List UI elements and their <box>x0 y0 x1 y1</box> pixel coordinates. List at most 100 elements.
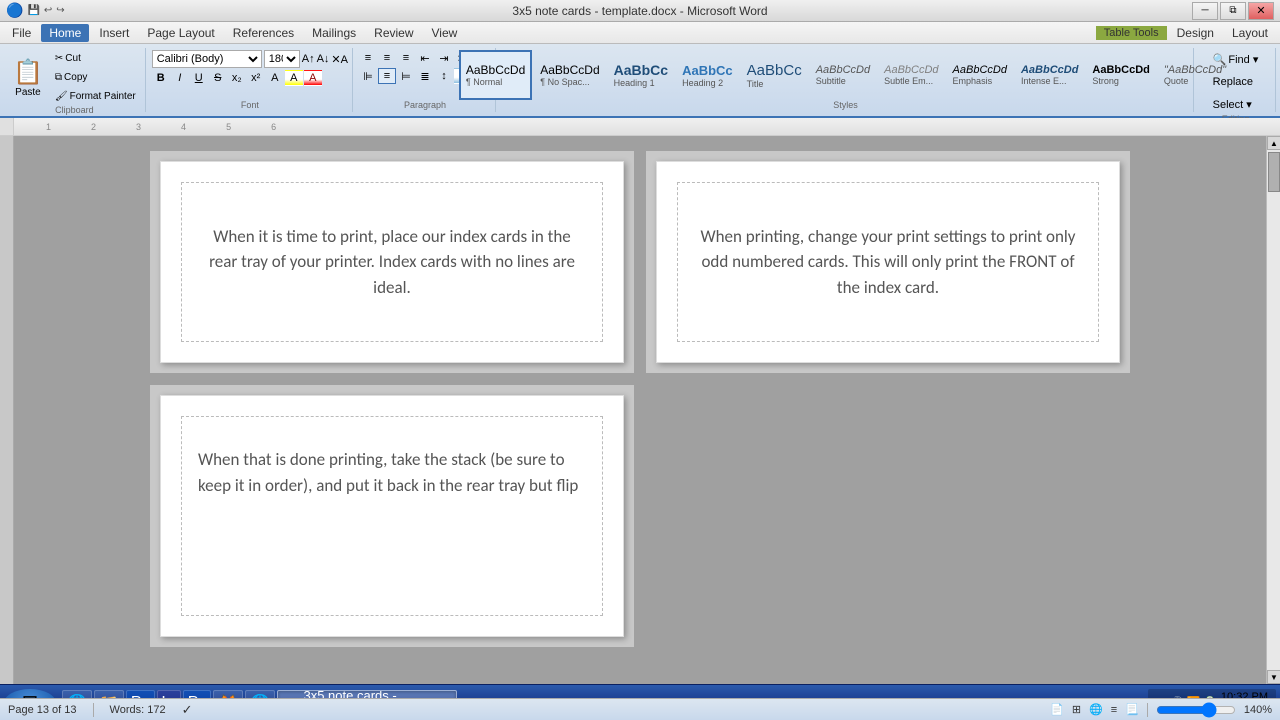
style-subtitle[interactable]: AaBbCcDdSubtitle <box>810 50 876 100</box>
restore-button[interactable]: ⧉ <box>1220 2 1246 20</box>
grow-font-button[interactable]: A↑ <box>302 53 315 65</box>
ruler-corner <box>0 118 14 135</box>
title-bar-controls: ─ ⧉ ✕ <box>1192 2 1274 20</box>
line-spacing-button[interactable]: ↕ <box>435 68 453 84</box>
cards-grid: When it is time to print, place our inde… <box>150 151 1130 647</box>
text-highlight-button[interactable]: A <box>285 70 303 86</box>
view-draft-icon[interactable]: 📃 <box>1125 703 1139 716</box>
close-button[interactable]: ✕ <box>1248 2 1274 20</box>
styles-gallery: AaBbCcDd¶ Normal AaBbCcDd¶ No Spac... Aa… <box>459 50 1232 100</box>
style-normal[interactable]: AaBbCcDd¶ Normal <box>459 50 532 100</box>
numbering-button[interactable]: ≡ <box>378 50 396 66</box>
text-effects-button[interactable]: A <box>266 70 284 86</box>
find-icon: 🔍 <box>1213 53 1227 66</box>
subscript-button[interactable]: x₂ <box>228 70 246 86</box>
paste-label: Paste <box>15 87 41 98</box>
multilevel-button[interactable]: ≡ <box>397 50 415 66</box>
clear-formatting-button[interactable]: ✕A <box>331 53 348 66</box>
strikethrough-button[interactable]: S <box>209 70 227 86</box>
paste-icon: 📋 <box>13 58 43 87</box>
format-buttons-row: B I U S x₂ x² A A A <box>152 70 348 86</box>
card-text-1: When it is time to print, place our inde… <box>198 224 586 301</box>
style-heading1[interactable]: AaBbCcHeading 1 <box>608 50 674 100</box>
menu-mailings[interactable]: Mailings <box>304 24 364 42</box>
quick-access-undo[interactable]: ↩ <box>44 5 52 16</box>
menu-page-layout[interactable]: Page Layout <box>139 24 222 42</box>
clipboard-mini-buttons: ✂ Cut ⧉ Copy 🖌 Format Painter <box>50 50 141 105</box>
menu-review[interactable]: Review <box>366 24 421 42</box>
card-text-3: When that is done printing, take the sta… <box>198 447 586 498</box>
decrease-indent-button[interactable]: ⇤ <box>416 50 434 66</box>
justify-button[interactable]: ≣ <box>416 68 434 84</box>
scrollbar-thumb[interactable] <box>1268 152 1280 192</box>
bullets-button[interactable]: ≡ <box>359 50 377 66</box>
bold-button[interactable]: B <box>152 70 170 86</box>
font-color-button[interactable]: A <box>304 70 322 86</box>
main-layout: 🔵 💾 ↩ ↪ 3x5 note cards - template.docx -… <box>0 0 1280 720</box>
align-center-button[interactable]: ≡ <box>378 68 396 84</box>
menu-design[interactable]: Design <box>1169 24 1222 42</box>
italic-button[interactable]: I <box>171 70 189 86</box>
view-outline-icon[interactable]: ≡ <box>1111 704 1117 716</box>
menu-view[interactable]: View <box>424 24 466 42</box>
scroll-up-button[interactable]: ▲ <box>1267 136 1280 150</box>
menu-references[interactable]: References <box>225 24 302 42</box>
align-left-button[interactable]: ⊫ <box>359 68 377 84</box>
replace-button[interactable]: Replace <box>1208 73 1264 91</box>
find-button[interactable]: 🔍 Find ▾ <box>1208 50 1264 69</box>
quick-access-save[interactable]: 💾 <box>27 5 39 16</box>
menu-bar: File Home Insert Page Layout References … <box>0 22 1280 44</box>
index-card-3[interactable]: When that is done printing, take the sta… <box>160 395 624 637</box>
zoom-slider[interactable] <box>1156 704 1236 716</box>
cut-button[interactable]: ✂ Cut <box>50 50 141 67</box>
ribbon: 📋 Paste ✂ Cut ⧉ Copy 🖌 Format Painter Cl… <box>0 44 1280 118</box>
card-inner-3: When that is done printing, take the sta… <box>181 416 603 616</box>
word-count: Words: 172 <box>110 704 166 716</box>
style-emphasis[interactable]: AaBbCcDdEmphasis <box>947 50 1013 100</box>
document-canvas[interactable]: When it is time to print, place our inde… <box>14 136 1266 684</box>
status-divider-1 <box>93 703 94 717</box>
view-fullscreen-icon[interactable]: ⊞ <box>1072 703 1081 716</box>
font-label: Font <box>241 100 259 110</box>
menu-file[interactable]: File <box>4 24 39 42</box>
view-print-icon[interactable]: 📄 <box>1050 703 1064 716</box>
style-strong[interactable]: AaBbCcDdStrong <box>1086 50 1155 100</box>
font-size-select[interactable]: 180 <box>264 50 300 68</box>
status-right: 📄 ⊞ 🌐 ≡ 📃 140% <box>1050 703 1272 717</box>
superscript-button[interactable]: x² <box>247 70 265 86</box>
clipboard-label: Clipboard <box>55 105 94 115</box>
minimize-button[interactable]: ─ <box>1192 2 1218 20</box>
format-painter-button[interactable]: 🖌 Format Painter <box>50 88 141 105</box>
underline-button[interactable]: U <box>190 70 208 86</box>
style-no-spacing[interactable]: AaBbCcDd¶ No Spac... <box>534 50 605 100</box>
index-card-2[interactable]: When printing, change your print setting… <box>656 161 1120 363</box>
shrink-font-button[interactable]: A↓ <box>317 53 330 65</box>
page-cell-2: When printing, change your print setting… <box>646 151 1130 373</box>
page-cell-1: When it is time to print, place our inde… <box>150 151 634 373</box>
zoom-level: 140% <box>1244 704 1272 716</box>
font-name-select[interactable]: Calibri (Body) <box>152 50 262 68</box>
menu-home[interactable]: Home <box>41 24 89 42</box>
menu-layout[interactable]: Layout <box>1224 24 1276 42</box>
title-bar: 🔵 💾 ↩ ↪ 3x5 note cards - template.docx -… <box>0 0 1280 22</box>
quick-access-redo[interactable]: ↪ <box>56 5 64 16</box>
scroll-down-button[interactable]: ▼ <box>1267 670 1280 684</box>
paste-button[interactable]: 📋 Paste <box>8 55 48 101</box>
style-title[interactable]: AaBbCcTitle <box>741 50 808 100</box>
select-button[interactable]: Select ▾ <box>1208 95 1264 114</box>
document-area: When it is time to print, place our inde… <box>0 136 1280 684</box>
editing-controls: 🔍 Find ▾ Replace Select ▾ <box>1208 50 1264 114</box>
style-subtle-emphasis[interactable]: AaBbCcDdSubtle Em... <box>878 50 944 100</box>
increase-indent-button[interactable]: ⇥ <box>435 50 453 66</box>
copy-button[interactable]: ⧉ Copy <box>50 69 141 86</box>
view-web-icon[interactable]: 🌐 <box>1089 703 1103 716</box>
ruler-marks: 123456 <box>16 118 1264 135</box>
style-intense-emphasis[interactable]: AaBbCcDdIntense E... <box>1015 50 1084 100</box>
spell-check-icon[interactable]: ✓ <box>182 702 193 718</box>
align-right-button[interactable]: ⊨ <box>397 68 415 84</box>
index-card-1[interactable]: When it is time to print, place our inde… <box>160 161 624 363</box>
style-heading2[interactable]: AaBbCcHeading 2 <box>676 50 739 100</box>
table-tools-tab: Table Tools <box>1096 26 1167 40</box>
menu-insert[interactable]: Insert <box>91 24 137 42</box>
page-cell-4-empty <box>646 385 1130 647</box>
